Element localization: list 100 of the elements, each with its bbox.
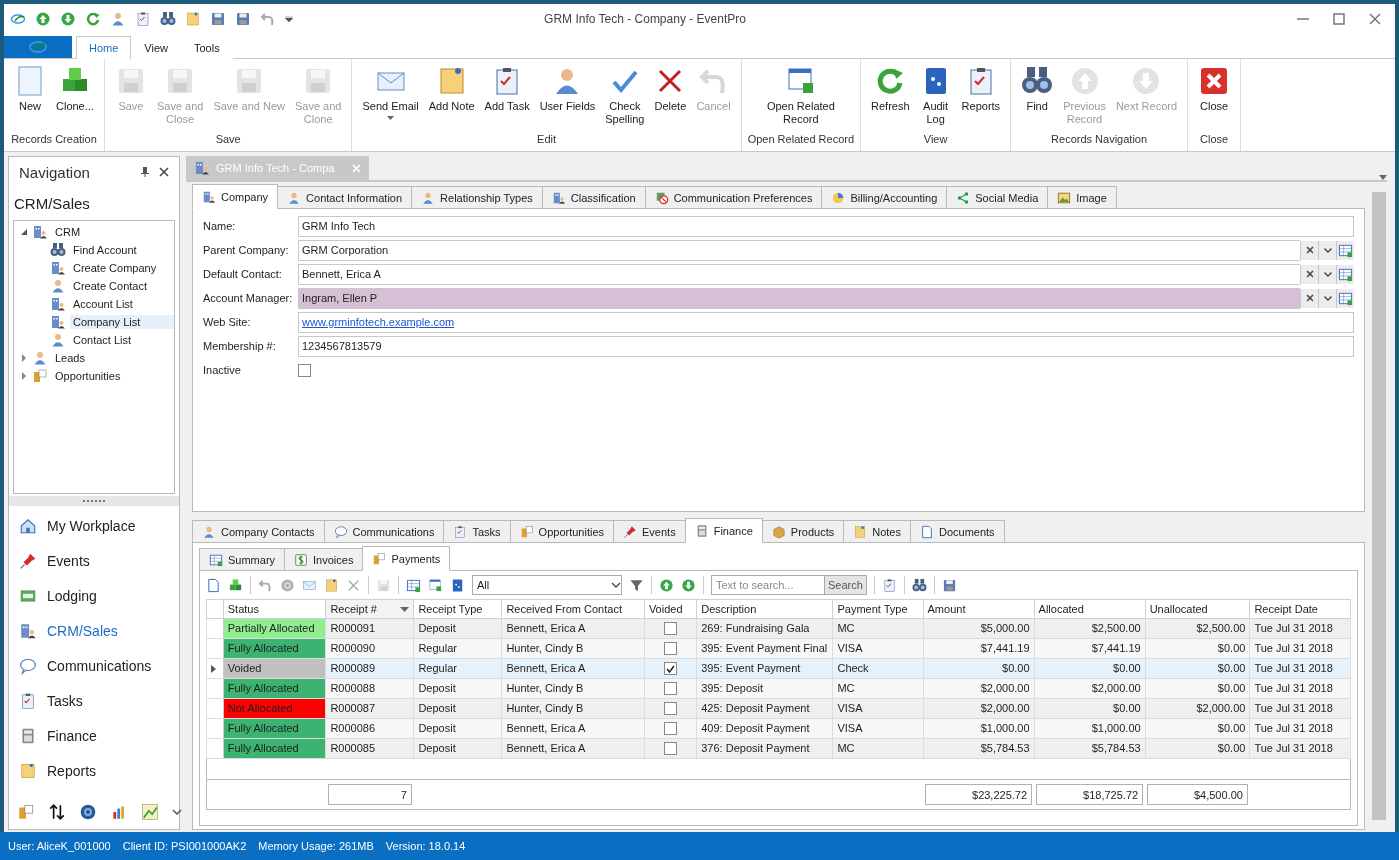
ribbon-button[interactable]: Audit Log [915, 63, 956, 133]
clipboard-button[interactable] [185, 11, 201, 27]
tab[interactable]: Summary [199, 548, 286, 571]
ribbon-button[interactable]: Check Spelling [601, 63, 649, 133]
tree-item[interactable]: Find Account [70, 243, 140, 257]
checkbox[interactable] [664, 622, 678, 635]
module-shortcut-button[interactable] [79, 803, 97, 821]
filter-button[interactable] [629, 577, 644, 593]
tree-item[interactable]: Create Contact [70, 279, 150, 293]
undo-button[interactable] [260, 11, 276, 27]
move-up-button[interactable] [659, 577, 674, 593]
ribbon-button[interactable]: Clone... [52, 63, 98, 133]
checkbox[interactable] [298, 363, 311, 377]
tree-item[interactable]: Account List [70, 297, 136, 311]
column-header[interactable]: Unallocated [1145, 599, 1250, 619]
clear-button[interactable] [1300, 288, 1318, 308]
save-button[interactable] [210, 11, 226, 27]
ribbon-button[interactable]: Send Email [358, 63, 423, 133]
column-header[interactable]: Description [696, 599, 833, 619]
ribbon-button[interactable]: Find [1017, 63, 1058, 133]
column-header[interactable]: Allocated [1034, 599, 1146, 619]
search-button[interactable]: Search [824, 576, 866, 594]
collapse-arrow-icon[interactable] [20, 228, 28, 236]
tab[interactable]: Payments [362, 546, 451, 571]
module-shortcut-button[interactable] [48, 803, 66, 821]
tree-item[interactable]: CRM [52, 225, 84, 239]
lookup-field[interactable]: Bennett, Erica A [298, 263, 1300, 285]
tab[interactable]: Image [1047, 186, 1117, 209]
toolbar-button[interactable] [428, 577, 443, 593]
text-field[interactable]: GRM Info Tech [298, 215, 1354, 237]
module-item[interactable]: CRM/Sales [47, 622, 118, 639]
tree-item[interactable]: Contact List [70, 333, 135, 347]
checkbox[interactable] [664, 702, 678, 715]
tab[interactable]: Company [192, 184, 279, 209]
filter-dropdown[interactable]: All [472, 575, 622, 595]
refresh-button[interactable] [85, 11, 101, 27]
ribbon-button[interactable]: Add Note [424, 63, 479, 133]
tree-item[interactable]: Opportunities [52, 369, 124, 383]
column-header[interactable]: Receipt Type [413, 599, 502, 619]
toolbar-button[interactable] [228, 577, 243, 593]
module-item[interactable]: Events [47, 552, 90, 569]
checkbox[interactable] [664, 742, 678, 755]
up-arrow-button[interactable] [35, 11, 51, 27]
open-record-button[interactable] [1336, 264, 1354, 284]
ribbon-button[interactable]: Refresh [867, 63, 914, 133]
expand-arrow-icon[interactable] [20, 354, 28, 362]
toolbar-button[interactable] [881, 577, 897, 593]
tab[interactable]: Invoices [284, 548, 364, 571]
toolbar-button[interactable] [206, 577, 221, 593]
ribbon-tab[interactable]: Home [76, 36, 132, 59]
down-arrow-button[interactable] [60, 11, 76, 27]
pin-button[interactable] [141, 167, 149, 177]
text-field[interactable]: 1234567813579 [298, 335, 1354, 357]
save-close-button[interactable] [235, 11, 251, 27]
checkbox[interactable] [664, 722, 678, 735]
column-header[interactable]: Receipt Date [1249, 599, 1351, 619]
lookup-field[interactable]: GRM Corporation [298, 239, 1300, 261]
clear-button[interactable] [1300, 264, 1318, 284]
open-record-button[interactable] [1336, 288, 1354, 308]
ribbon-button[interactable]: Open Related Record [762, 63, 839, 133]
module-item[interactable]: Finance [47, 727, 97, 744]
lookup-field[interactable]: Ingram, Ellen P [298, 287, 1300, 309]
person-button[interactable] [110, 11, 126, 27]
website-link[interactable]: www.grminfotech.example.com [299, 316, 455, 328]
binoculars-button[interactable] [160, 11, 176, 27]
module-item[interactable]: Reports [47, 762, 97, 779]
move-down-button[interactable] [681, 577, 696, 593]
column-header[interactable]: Received From Contact [501, 599, 645, 619]
ribbon-button[interactable]: Delete [650, 63, 691, 133]
expand-arrow-icon[interactable] [20, 372, 28, 380]
url-field[interactable]: www.grminfotech.example.com [298, 311, 1354, 333]
column-header[interactable]: Voided [644, 599, 697, 619]
ribbon-button[interactable]: Reports [957, 63, 1005, 133]
logo-button[interactable] [10, 11, 26, 27]
task-button[interactable] [135, 11, 151, 27]
open-record-button[interactable] [1336, 240, 1354, 260]
column-header[interactable]: Amount [923, 599, 1035, 619]
toolbar-button[interactable] [406, 577, 421, 593]
tree-item[interactable]: Company List [70, 315, 174, 329]
tab[interactable]: Documents [910, 520, 1005, 543]
module-item[interactable]: Tasks [47, 692, 83, 709]
module-item[interactable]: Lodging [47, 587, 97, 604]
checkbox[interactable] [664, 682, 678, 695]
column-header[interactable]: Status [223, 599, 326, 619]
ribbon-button[interactable]: New [10, 63, 50, 133]
close-button[interactable] [159, 167, 169, 177]
tab[interactable]: Company Contacts [192, 520, 325, 543]
toolbar-button[interactable] [911, 577, 927, 593]
tree-item[interactable]: Create Company [70, 261, 160, 275]
export-button[interactable] [941, 577, 957, 593]
module-item[interactable]: Communications [47, 657, 152, 674]
column-header[interactable]: Receipt # [325, 599, 414, 619]
search-field[interactable]: Text to search... Search [711, 575, 867, 595]
ribbon-button[interactable]: Add Task [480, 63, 534, 133]
column-header[interactable]: Payment Type [832, 599, 924, 619]
tree-item[interactable]: Leads [52, 351, 88, 365]
tab[interactable]: Finance [684, 518, 763, 543]
module-item[interactable]: My Workplace [47, 517, 136, 534]
checkbox[interactable] [664, 662, 678, 675]
ribbon-button[interactable]: Close [1194, 63, 1235, 133]
